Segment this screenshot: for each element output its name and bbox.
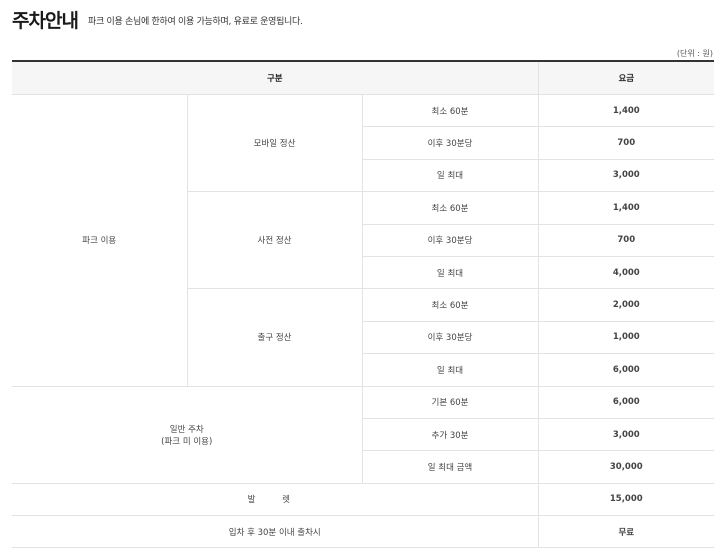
row-price: 700: [537, 224, 715, 257]
general-parking-label: 일반 주차: [169, 424, 204, 435]
row-item: 최소 60분: [362, 288, 539, 322]
group-general-parking: 일반 주차 (파크 미 이용): [12, 386, 363, 484]
row-item: 일 최대 금액: [362, 450, 539, 484]
table-row: 입차 후 30분 이내 출차시 무료: [12, 515, 715, 549]
row-price: 1,000: [537, 321, 715, 355]
row-item: 이후 30분당: [362, 126, 539, 160]
free-exit-price: 무료: [537, 515, 715, 549]
group-exit-payment: 출구 정산: [187, 288, 363, 387]
parking-fee-table: 구분 요금 파크 이용 모바일 정산 최소 60분 1,400 이후 30분당 …: [12, 60, 715, 549]
valet-price: 15,000: [537, 483, 715, 517]
row-price: 1,400: [537, 191, 715, 225]
group-pre-payment: 사전 정산: [187, 191, 363, 290]
row-price: 2,000: [537, 288, 715, 322]
row-item: 이후 30분당: [362, 224, 539, 257]
free-exit-label: 입차 후 30분 이내 출차시: [12, 515, 539, 549]
table-row: 일반 주차 (파크 미 이용) 기본 60분 6,000: [12, 386, 715, 484]
row-price: 3,000: [537, 159, 715, 193]
row-item: 일 최대: [362, 353, 539, 387]
table-row: 발 렛 15,000: [12, 483, 715, 517]
general-parking-sublabel: (파크 미 이용): [161, 436, 213, 447]
row-item: 일 최대: [362, 159, 539, 193]
row-price: 6,000: [537, 386, 715, 419]
row-price: 30,000: [537, 450, 715, 484]
group-mobile-payment: 모바일 정산: [187, 94, 363, 193]
row-item: 최소 60분: [362, 94, 539, 128]
valet-label: 발 렛: [12, 483, 539, 517]
row-item: 일 최대: [362, 256, 539, 290]
unit-note: (단위 : 원): [676, 49, 713, 58]
page-title: 주차안내: [12, 10, 79, 32]
table-row: 파크 이용 모바일 정산 최소 60분 1,400: [12, 94, 715, 387]
parking-info-page: 주차안내 파크 이용 손님에 한하여 이용 가능하며, 유료로 운영됩니다. (…: [0, 0, 720, 551]
row-item: 이후 30분당: [362, 321, 539, 355]
row-price: 3,000: [537, 418, 715, 452]
table-header-row: 구분 요금: [12, 60, 715, 95]
group-park-use: 파크 이용: [12, 94, 188, 387]
row-item: 기본 60분: [362, 386, 539, 419]
row-item: 추가 30분: [362, 418, 539, 452]
row-price: 700: [537, 126, 715, 160]
row-item: 최소 60분: [362, 191, 539, 225]
row-price: 4,000: [537, 256, 715, 290]
header-fee: 요금: [537, 60, 715, 95]
row-price: 1,400: [537, 94, 715, 128]
page-subtitle: 파크 이용 손님에 한하여 이용 가능하며, 유료로 운영됩니다.: [88, 17, 303, 27]
row-price: 6,000: [537, 353, 715, 387]
header-category: 구분: [12, 60, 539, 95]
